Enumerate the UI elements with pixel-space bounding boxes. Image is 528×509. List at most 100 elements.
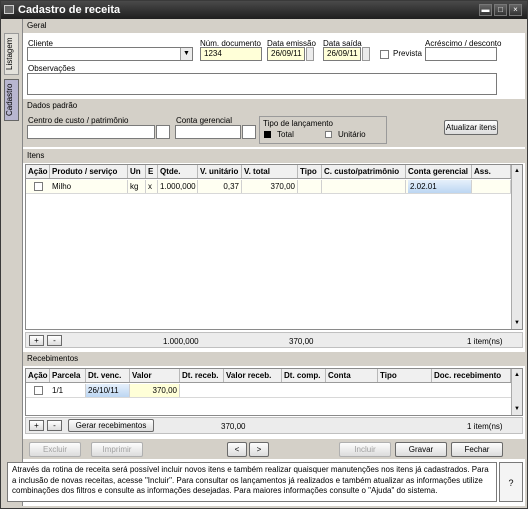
remove-item-button[interactable]: -: [47, 335, 62, 346]
col-vunit[interactable]: V. unitário: [198, 165, 242, 178]
col-conta[interactable]: Conta gerencial: [406, 165, 472, 178]
col-produto[interactable]: Produto / serviço: [50, 165, 128, 178]
section-geral: Geral: [23, 19, 525, 33]
total-label: Total: [277, 130, 294, 139]
recebimentos-scrollbar[interactable]: ▲ ▼: [511, 369, 522, 415]
add-item-button[interactable]: +: [29, 335, 44, 346]
cell-parcela[interactable]: 1/1: [50, 384, 86, 397]
data-emissao-input[interactable]: 26/09/11: [267, 47, 305, 61]
data-saida-input[interactable]: 26/09/11: [323, 47, 361, 61]
cliente-select[interactable]: [27, 47, 193, 61]
col-e[interactable]: E: [146, 165, 158, 178]
col-ccusto[interactable]: C. custo/patrimônio: [322, 165, 406, 178]
col-acao[interactable]: Ação: [26, 369, 50, 382]
add-recebimento-button[interactable]: +: [29, 420, 44, 431]
section-recebimentos: Recebimentos: [23, 352, 525, 366]
col-tipo[interactable]: Tipo: [298, 165, 322, 178]
col-qtde[interactable]: Qtde.: [158, 165, 198, 178]
title-bar: Cadastro de receita ▬ □ ×: [1, 1, 527, 19]
fechar-button[interactable]: Fechar: [451, 442, 503, 457]
gravar-button[interactable]: Gravar: [395, 442, 447, 457]
section-itens: Itens: [23, 149, 525, 163]
row-select-checkbox[interactable]: [34, 386, 43, 395]
row-select-checkbox[interactable]: [34, 182, 43, 191]
cell-vtotal[interactable]: 370,00: [242, 180, 298, 193]
app-icon: [4, 5, 14, 14]
scroll-down-icon[interactable]: ▼: [512, 404, 522, 414]
itens-grid: Ação Produto / serviço Un E Qtde. V. uni…: [25, 164, 523, 330]
table-row[interactable]: 1/1 26/10/11 370,00: [26, 384, 511, 398]
cell-e[interactable]: x: [146, 180, 158, 193]
centro-custo-input[interactable]: [27, 125, 155, 139]
cell-ass[interactable]: [472, 180, 511, 193]
col-dtreceb[interactable]: Dt. receb.: [180, 369, 224, 382]
cell-vunit[interactable]: 0,37: [198, 180, 242, 193]
chevron-down-icon[interactable]: ▼: [180, 48, 192, 60]
next-button[interactable]: >: [249, 442, 269, 457]
prev-button[interactable]: <: [227, 442, 247, 457]
incluir-button[interactable]: Incluir: [339, 442, 391, 457]
cell-ccusto[interactable]: [322, 180, 406, 193]
centro-custo-label: Centro de custo / patrimônio: [28, 116, 129, 125]
total-radio[interactable]: [264, 131, 271, 138]
col-ass[interactable]: Ass.: [472, 165, 511, 178]
cell-un[interactable]: kg: [128, 180, 146, 193]
itens-grid-header: Ação Produto / serviço Un E Qtde. V. uni…: [26, 165, 511, 179]
excluir-button[interactable]: Excluir: [29, 442, 81, 457]
col-dtcomp[interactable]: Dt. comp.: [282, 369, 326, 382]
cell-qtde[interactable]: 1.000,000: [158, 180, 198, 193]
help-icon[interactable]: ?: [499, 462, 523, 502]
calendar-icon[interactable]: [306, 47, 314, 61]
col-conta[interactable]: Conta: [326, 369, 378, 382]
cell-dtvenc[interactable]: 26/10/11: [86, 384, 130, 397]
receita-window: Cadastro de receita ▬ □ × Listagem Cadas…: [0, 0, 528, 509]
scroll-up-icon[interactable]: ▲: [512, 166, 522, 176]
close-button[interactable]: ×: [509, 4, 522, 16]
col-parcela[interactable]: Parcela: [50, 369, 86, 382]
maximize-button[interactable]: □: [494, 4, 507, 16]
minimize-button[interactable]: ▬: [479, 4, 492, 16]
imprimir-button[interactable]: Imprimir: [91, 442, 143, 457]
col-valor[interactable]: Valor: [130, 369, 180, 382]
col-dtvenc[interactable]: Dt. venc.: [86, 369, 130, 382]
itens-total-valor: 370,00: [289, 337, 314, 346]
itens-count: 1 item(ns): [467, 337, 503, 346]
col-docreceb[interactable]: Doc. recebimento: [432, 369, 511, 382]
centro-custo-lookup-button[interactable]: [156, 125, 170, 139]
num-doc-input[interactable]: 1234: [200, 47, 262, 61]
recebimentos-count: 1 item(ns): [467, 422, 503, 431]
scroll-up-icon[interactable]: ▲: [512, 370, 522, 380]
col-valorreceb[interactable]: Valor receb.: [224, 369, 282, 382]
unitario-radio[interactable]: [325, 131, 332, 138]
atualizar-itens-button[interactable]: Atualizar itens: [444, 120, 498, 135]
itens-footer: [25, 332, 523, 348]
unitario-label: Unitário: [338, 130, 366, 139]
observacoes-input[interactable]: [27, 73, 497, 95]
tipo-lancamento-label: Tipo de lançamento: [263, 119, 333, 128]
gerar-recebimentos-button[interactable]: Gerar recebimentos: [68, 419, 154, 432]
remove-recebimento-button[interactable]: -: [47, 420, 62, 431]
recebimentos-grid-header: Ação Parcela Dt. venc. Valor Dt. receb. …: [26, 369, 511, 383]
form-content: Geral Cliente ▼ Núm. documento 1234 Data…: [7, 19, 525, 506]
conta-gerencial-input[interactable]: [175, 125, 241, 139]
col-acao[interactable]: Ação: [26, 165, 50, 178]
col-vtotal[interactable]: V. total: [242, 165, 298, 178]
table-row[interactable]: Milho kg x 1.000,000 0,37 370,00 2.02.01: [26, 180, 511, 194]
tab-listagem[interactable]: Listagem: [4, 33, 19, 75]
acrescimo-input[interactable]: [425, 47, 497, 61]
conta-gerencial-lookup-button[interactable]: [242, 125, 256, 139]
cell-conta[interactable]: 2.02.01: [408, 180, 472, 193]
itens-scrollbar[interactable]: ▲ ▼: [511, 165, 522, 329]
tab-cadastro[interactable]: Cadastro: [4, 79, 19, 121]
col-tipo[interactable]: Tipo: [378, 369, 432, 382]
calendar-icon[interactable]: [362, 47, 370, 61]
col-un[interactable]: Un: [128, 165, 146, 178]
prevista-label: Prevista: [393, 49, 422, 58]
recebimentos-grid: Ação Parcela Dt. venc. Valor Dt. receb. …: [25, 368, 523, 416]
scroll-down-icon[interactable]: ▼: [512, 318, 522, 328]
cell-tipo[interactable]: [298, 180, 322, 193]
help-text: Através da rotina de receita será possív…: [7, 462, 497, 502]
prevista-checkbox[interactable]: [380, 50, 389, 59]
cell-produto[interactable]: Milho: [50, 180, 128, 193]
cell-valor[interactable]: 370,00: [130, 384, 180, 397]
